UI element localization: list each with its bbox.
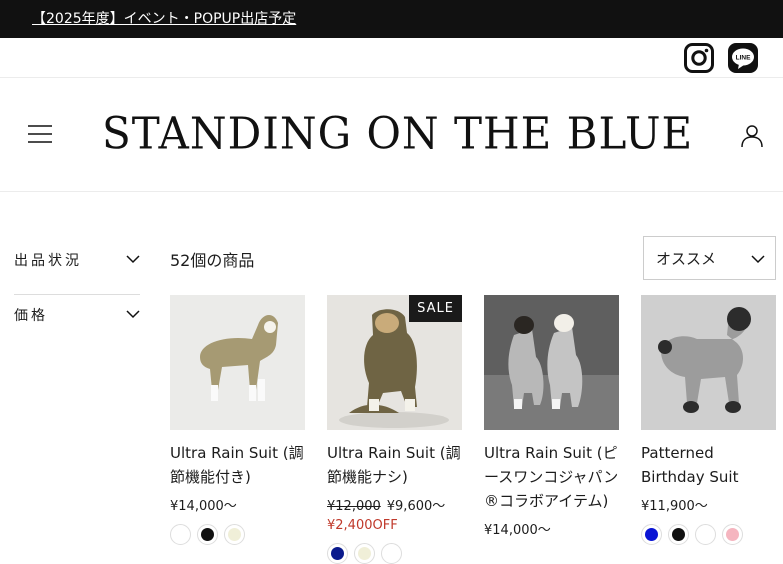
color-swatch-blue[interactable] — [641, 524, 662, 545]
filter-availability[interactable]: 出品状況 — [14, 240, 140, 294]
price-value: ¥9,600〜 — [386, 499, 446, 514]
color-swatches — [170, 524, 306, 545]
color-swatch-white[interactable] — [170, 524, 191, 545]
chevron-down-icon — [126, 310, 140, 319]
color-swatches — [641, 524, 777, 545]
product-image[interactable] — [641, 295, 776, 430]
product-image[interactable]: SALE — [327, 295, 462, 430]
sale-badge: SALE — [409, 295, 462, 322]
product-title[interactable]: Ultra Rain Suit (調節機能ナシ) — [327, 441, 463, 489]
announcement-link[interactable]: 【2025年度】イベント・POPUP出店予定 — [32, 8, 296, 28]
color-swatch-navy[interactable] — [327, 543, 348, 564]
site-logo[interactable]: STANDING ON THE BLUE — [102, 107, 692, 162]
color-swatch-black[interactable] — [668, 524, 689, 545]
site-header: STANDING ON THE BLUE — [0, 78, 783, 192]
color-swatch-cream[interactable] — [224, 524, 245, 545]
color-swatch-cream[interactable] — [354, 543, 375, 564]
product-image[interactable] — [170, 295, 305, 430]
filter-sidebar: 出品状況 価格 — [14, 240, 140, 349]
original-price: ¥12,000 — [327, 499, 381, 514]
price-value: ¥14,000〜 — [484, 523, 551, 538]
price-value: ¥14,000〜 — [170, 499, 237, 514]
product-title[interactable]: Ultra Rain Suit (ピースワンコジャパン®コラボアイテム) — [484, 441, 620, 513]
filter-label: 出品状況 — [14, 253, 82, 269]
product-count: 52個の商品 — [170, 251, 255, 270]
discount-label: ¥2,400OFF — [327, 518, 398, 533]
chevron-down-icon — [126, 255, 140, 264]
product-title[interactable]: Patterned Birthday Suit — [641, 441, 777, 489]
sort-select[interactable]: オススメ — [643, 236, 776, 280]
color-swatches — [327, 543, 463, 564]
social-bar: LINE — [0, 38, 783, 78]
product-price: ¥11,900〜 — [641, 495, 777, 514]
product-card[interactable]: Ultra Rain Suit (ピースワンコジャパン®コラボアイテム) ¥14… — [484, 295, 620, 538]
product-card[interactable]: Ultra Rain Suit (調節機能付き) ¥14,000〜 — [170, 295, 306, 545]
product-price: ¥12,000 ¥9,600〜 — [327, 495, 463, 514]
color-swatch-white[interactable] — [695, 524, 716, 545]
price-value: ¥11,900〜 — [641, 499, 708, 514]
sort-value: オススメ — [656, 250, 717, 268]
line-icon[interactable]: LINE — [728, 43, 758, 73]
product-price: ¥14,000〜 — [484, 519, 620, 538]
product-image[interactable] — [484, 295, 619, 430]
svg-text:LINE: LINE — [736, 55, 751, 62]
filter-price[interactable]: 価格 — [14, 295, 140, 349]
account-icon[interactable] — [740, 124, 764, 148]
product-title[interactable]: Ultra Rain Suit (調節機能付き) — [170, 441, 306, 489]
color-swatch-white[interactable] — [381, 543, 402, 564]
product-card[interactable]: Patterned Birthday Suit ¥11,900〜 — [641, 295, 777, 545]
instagram-icon[interactable] — [684, 43, 714, 73]
hamburger-menu-icon[interactable] — [28, 124, 52, 144]
color-swatch-pink[interactable] — [722, 524, 743, 545]
announcement-bar: 【2025年度】イベント・POPUP出店予定 — [0, 0, 783, 38]
color-swatch-black[interactable] — [197, 524, 218, 545]
product-price: ¥14,000〜 — [170, 495, 306, 514]
filter-label: 価格 — [14, 308, 48, 324]
product-card[interactable]: SALE Ultra Rain Suit (調節機能ナシ) ¥12,000 ¥9,… — [327, 295, 463, 564]
chevron-down-icon — [751, 255, 765, 264]
